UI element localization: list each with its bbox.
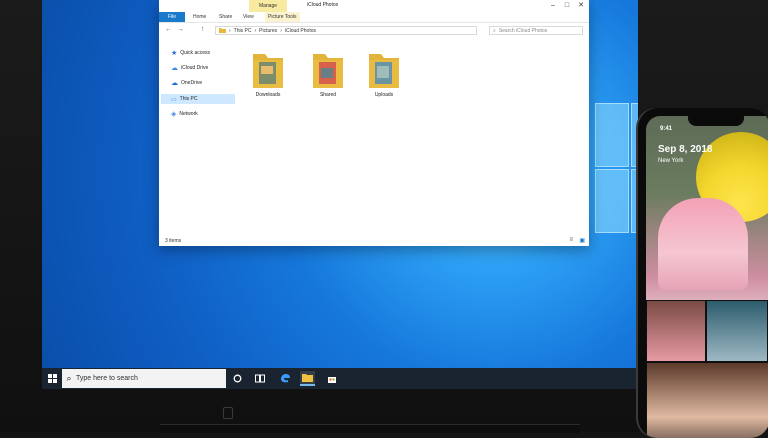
window-title: iCloud Photos xyxy=(307,2,339,8)
address-row: ← → ↑ › This PC › Pictures › iCloud Phot… xyxy=(159,23,589,37)
search-icon: ⌕ xyxy=(66,373,72,383)
onedrive-icon: ☁ xyxy=(171,80,178,87)
cortana-icon[interactable] xyxy=(230,371,245,386)
phone-location: New York xyxy=(658,158,684,164)
phone-date: Sep 8, 2018 xyxy=(658,144,713,155)
minimize-button[interactable]: – xyxy=(547,1,559,10)
nav-item-label: This PC xyxy=(179,96,198,102)
nav-item-label: Network xyxy=(179,111,198,117)
maximize-button[interactable]: □ xyxy=(561,1,573,10)
tab-picture-tools[interactable]: Picture Tools xyxy=(265,12,300,22)
cloud-icon: ☁ xyxy=(171,65,178,72)
photo-thumbnail[interactable] xyxy=(646,300,706,362)
breadcrumb-item[interactable]: This PC xyxy=(234,28,252,34)
windows-logo xyxy=(595,103,638,233)
folder-icon xyxy=(369,54,399,88)
explorer-search-input[interactable]: ⌕ Search iCloud Photos xyxy=(489,26,583,35)
nav-item-network[interactable]: ◈ Network xyxy=(161,109,235,119)
taskbar: ⌕ Type here to search xyxy=(42,368,638,389)
up-arrow-icon[interactable]: ↑ xyxy=(201,26,205,33)
phone-status-time: 9:41 xyxy=(660,126,673,132)
folder-label: Downloads xyxy=(255,92,281,98)
ribbon-tabs: File Home Share View Picture Tools xyxy=(159,12,589,23)
explorer-search-placeholder: Search iCloud Photos xyxy=(498,27,548,34)
status-bar: 3 items ≡ ▣ xyxy=(159,236,589,246)
title-bar[interactable]: Manage iCloud Photos – □ ✕ xyxy=(159,0,589,12)
nav-item-icloud-drive[interactable]: ☁ iCloud Drive xyxy=(161,63,235,73)
windows-start-icon xyxy=(47,374,57,383)
iphone-screen: 9:41 Sep 8, 2018 New York xyxy=(646,116,768,438)
task-view-icon[interactable] xyxy=(252,371,267,386)
edge-browser-icon[interactable] xyxy=(278,371,293,386)
folder-content: Downloads Shared Uploads xyxy=(237,38,589,238)
file-explorer-taskbar-icon[interactable] xyxy=(300,371,315,386)
person-photo xyxy=(658,198,748,290)
breadcrumb-chevron-icon: › xyxy=(254,27,257,34)
iphone-device: 9:41 Sep 8, 2018 New York xyxy=(638,108,768,438)
search-icon: ⌕ xyxy=(493,27,496,34)
network-icon: ◈ xyxy=(171,111,177,118)
iphone-notch xyxy=(688,116,744,126)
folder-item-shared[interactable]: Shared xyxy=(303,48,353,98)
details-view-icon[interactable]: ≡ xyxy=(569,237,573,243)
folder-label: Shared xyxy=(319,92,337,98)
nav-item-label: OneDrive xyxy=(181,80,203,86)
tab-share[interactable]: Share xyxy=(219,14,232,20)
breadcrumb-chevron-icon: › xyxy=(229,27,231,34)
folder-icon xyxy=(219,27,226,35)
nav-item-this-pc[interactable]: ▭ This PC xyxy=(161,94,235,104)
star-icon: ★ xyxy=(171,50,178,57)
folder-icon xyxy=(253,54,283,88)
manage-tab[interactable]: Manage xyxy=(249,0,287,12)
pc-icon: ▭ xyxy=(171,96,177,103)
back-arrow-icon[interactable]: ← xyxy=(165,26,172,33)
nav-item-quick-access[interactable]: ★ Quick access xyxy=(161,48,235,58)
folder-item-downloads[interactable]: Downloads xyxy=(243,48,293,98)
forward-arrow-icon[interactable]: → xyxy=(177,26,184,33)
breadcrumb-chevron-icon: › xyxy=(280,27,282,34)
tab-file[interactable]: File xyxy=(159,12,185,22)
close-button[interactable]: ✕ xyxy=(575,1,587,10)
store-icon[interactable] xyxy=(324,371,339,386)
webcam-slot xyxy=(223,407,233,419)
desktop-screen: Manage iCloud Photos – □ ✕ File Home Sha… xyxy=(42,0,638,389)
nav-item-onedrive[interactable]: ☁ OneDrive xyxy=(161,78,235,88)
start-button[interactable] xyxy=(42,368,62,389)
address-bar[interactable]: › This PC › Pictures › iCloud Photos xyxy=(215,26,477,35)
photo-thumbnail[interactable] xyxy=(646,362,768,438)
large-icons-view-icon[interactable]: ▣ xyxy=(579,237,585,244)
nav-item-label: iCloud Drive xyxy=(181,65,209,71)
navigation-pane: ★ Quick access ☁ iCloud Drive ☁ OneDrive… xyxy=(159,38,235,238)
folder-item-uploads[interactable]: Uploads xyxy=(359,48,409,98)
taskbar-search-placeholder: Type here to search xyxy=(76,375,138,382)
taskbar-search-box[interactable]: ⌕ Type here to search xyxy=(62,369,226,388)
folder-icon xyxy=(313,54,343,88)
file-explorer-window[interactable]: Manage iCloud Photos – □ ✕ File Home Sha… xyxy=(159,0,589,246)
nav-item-label: Quick access xyxy=(180,50,211,56)
breadcrumb-item[interactable]: iCloud Photos xyxy=(285,28,316,34)
folder-label: Uploads xyxy=(374,92,394,98)
item-count: 3 items xyxy=(165,238,182,244)
breadcrumb-item[interactable]: Pictures xyxy=(259,28,277,34)
tab-view[interactable]: View xyxy=(243,14,254,20)
photo-thumbnail[interactable] xyxy=(706,300,768,362)
tab-home[interactable]: Home xyxy=(193,14,206,20)
